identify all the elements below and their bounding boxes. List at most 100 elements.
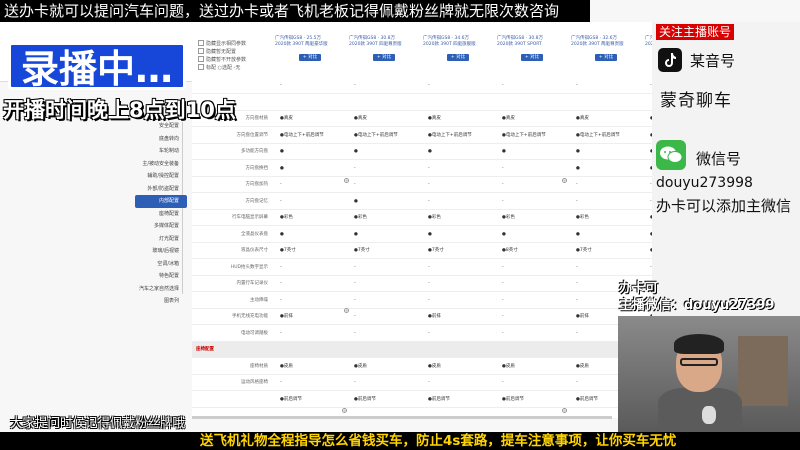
expand-icon[interactable]: + (342, 408, 347, 413)
config-cell: ●电动上下+前后调节 (428, 132, 472, 138)
config-cell: ●7英寸 (280, 248, 296, 253)
config-cell: - (428, 165, 430, 171)
schedule-text: 开播时间晚上8点到10点 (3, 98, 236, 122)
config-row: HUD抬头数字显示 - - - - - - (192, 260, 660, 276)
config-cell: ● (576, 231, 580, 237)
config-cell: ●真皮 (428, 116, 441, 121)
config-row (192, 95, 660, 111)
config-cell: - (280, 182, 282, 187)
horizontal-scrollbar[interactable] (192, 416, 612, 419)
row-label: 多功能方向盘 (241, 149, 268, 154)
filter-checkbox[interactable]: 隐藏暂不开放参数 (198, 56, 246, 63)
sidebar-item[interactable]: 辅助/操控配置 (135, 170, 187, 183)
config-cell: - (280, 83, 282, 88)
config-cell: - (502, 297, 504, 303)
car-name[interactable]: 2020款 390T SPORT (497, 42, 567, 48)
row-label: 方向盘加热 (245, 182, 269, 187)
filter-checkbox[interactable]: 标配 ○选配 -无 (198, 64, 240, 71)
bottom-hint: 大家提问时候记得佩戴粉丝牌哦 (10, 415, 186, 430)
config-cell: - (576, 380, 578, 385)
config-cell: - (428, 198, 430, 204)
car-name[interactable]: 2020款 390T 两驱豪华版 (275, 42, 345, 48)
config-cell: ● (354, 149, 358, 154)
config-cell: - (428, 281, 430, 286)
expand-icon[interactable]: + (344, 308, 349, 313)
config-cell: ● (576, 165, 580, 171)
expand-icon[interactable]: + (562, 408, 567, 413)
car-column-header: 广汽传祺GS8 · 32.6万 2020款 390T 两驱尊贵版 + 对比 (571, 36, 641, 76)
scrolling-notice-line1: 办卡可 (619, 281, 659, 296)
sidebar-item[interactable]: 汽车之家自然选择 (135, 283, 187, 296)
sidebar-item[interactable]: 底盘转向 (135, 133, 187, 146)
wechat-icon (656, 140, 686, 170)
config-cell: - (502, 165, 504, 171)
sidebar-item[interactable]: 外部/防盗配置 (135, 183, 187, 196)
sidebar-item[interactable]: 多媒体配置 (135, 220, 187, 233)
config-cell: ●前后调节 (502, 396, 524, 402)
config-row: 液晶仪表尺寸●7英寸●7英寸●7英寸●8英寸●7英寸●7英寸 (192, 243, 666, 259)
compare-button[interactable]: + 对比 (595, 54, 617, 61)
config-cell: ●皮质 (502, 363, 515, 369)
config-cell: ●电动上下+前后调节 (354, 132, 398, 138)
expand-icon[interactable]: + (344, 178, 349, 183)
row-label: 方向盘位置调节 (236, 132, 269, 138)
sidebar-item[interactable]: 座椅配置 (135, 208, 187, 221)
filter-checkbox[interactable]: 隐藏暂无配置 (198, 48, 236, 55)
config-cell: ● (354, 231, 358, 237)
config-cell: ●真皮 (502, 116, 515, 121)
config-cell: ●彩色 (576, 215, 589, 220)
config-row: 方向盘换挡●---●● (192, 161, 660, 177)
car-name[interactable]: 2020款 390T 四驱旗舰版 (423, 42, 493, 48)
compare-button[interactable]: + 对比 (373, 54, 395, 61)
config-cell: - (576, 198, 578, 204)
config-cell: - (576, 330, 578, 336)
sidebar-item[interactable]: 灯光配置 (135, 233, 187, 246)
compare-button[interactable]: + 对比 (447, 54, 469, 61)
config-cell: ●前排 (576, 314, 589, 319)
config-cell: - (280, 297, 282, 303)
sidebar-item[interactable]: 车轮制动 (135, 145, 187, 158)
filter-checkbox[interactable]: 隐藏显示相同参数 (198, 40, 246, 47)
config-row: 方向盘记忆 - ● - - - - (192, 194, 660, 210)
config-cell: ●皮质 (576, 363, 589, 369)
config-cell: - (428, 297, 430, 303)
expand-icon[interactable]: + (562, 178, 567, 183)
scrolling-notice-line2: 主播微信：douyu27399 (619, 298, 775, 313)
car-column-header: 广汽传祺GS8 · 34.6万 2020款 390T 四驱旗舰版 + 对比 (423, 36, 493, 76)
config-row: 电动可调踏板------ (192, 326, 660, 342)
scrolling-notice: 办卡可 主播微信：douyu27399 (619, 280, 774, 314)
config-cell: ●电动上下+前后调节 (502, 132, 546, 138)
config-cell: - (354, 314, 356, 319)
config-cell: - (576, 281, 578, 286)
config-cell: ●皮质 (428, 363, 441, 369)
car-name[interactable]: 2020款 390T 四驱尊贵版 (349, 42, 419, 48)
config-cell: ●前排 (280, 314, 293, 319)
config-cell: - (280, 380, 282, 385)
config-row: 全液晶仪表盘●●●●●● (192, 227, 660, 243)
config-cell: - (354, 83, 356, 88)
config-cell: - (502, 314, 504, 319)
config-cell: ●7英寸 (428, 248, 444, 253)
sidebar-item[interactable]: 玻璃/后视镜 (135, 245, 187, 258)
config-cell: - (502, 182, 504, 187)
sidebar-item[interactable]: 主/被动安全装备 (135, 158, 187, 171)
config-cell: - (280, 264, 282, 270)
compare-button[interactable]: + 对比 (521, 54, 543, 61)
config-cell: - (428, 182, 430, 187)
config-cell: - (576, 264, 578, 270)
sidebar-item[interactable]: 空调/冰箱 (135, 258, 187, 271)
config-cell: - (502, 380, 504, 385)
car-name[interactable]: 2020款 390T 两驱尊贵版 (571, 42, 641, 48)
config-cell: - (502, 264, 504, 270)
config-cell: - (428, 330, 430, 336)
compare-button[interactable]: + 对比 (299, 54, 321, 61)
config-cell: - (576, 182, 578, 187)
card-note: 办卡可以添加主微信 (656, 197, 792, 215)
config-cell: - (354, 281, 356, 286)
sidebar-item[interactable]: 特色配置 (135, 270, 187, 283)
row-label: 座椅材质 (250, 363, 268, 369)
sidebar-item[interactable]: 内部配置 (135, 195, 187, 208)
config-cell: ● (280, 231, 284, 237)
sidebar-item[interactable]: 图表列 (135, 295, 187, 308)
config-cell: ● (280, 165, 284, 171)
